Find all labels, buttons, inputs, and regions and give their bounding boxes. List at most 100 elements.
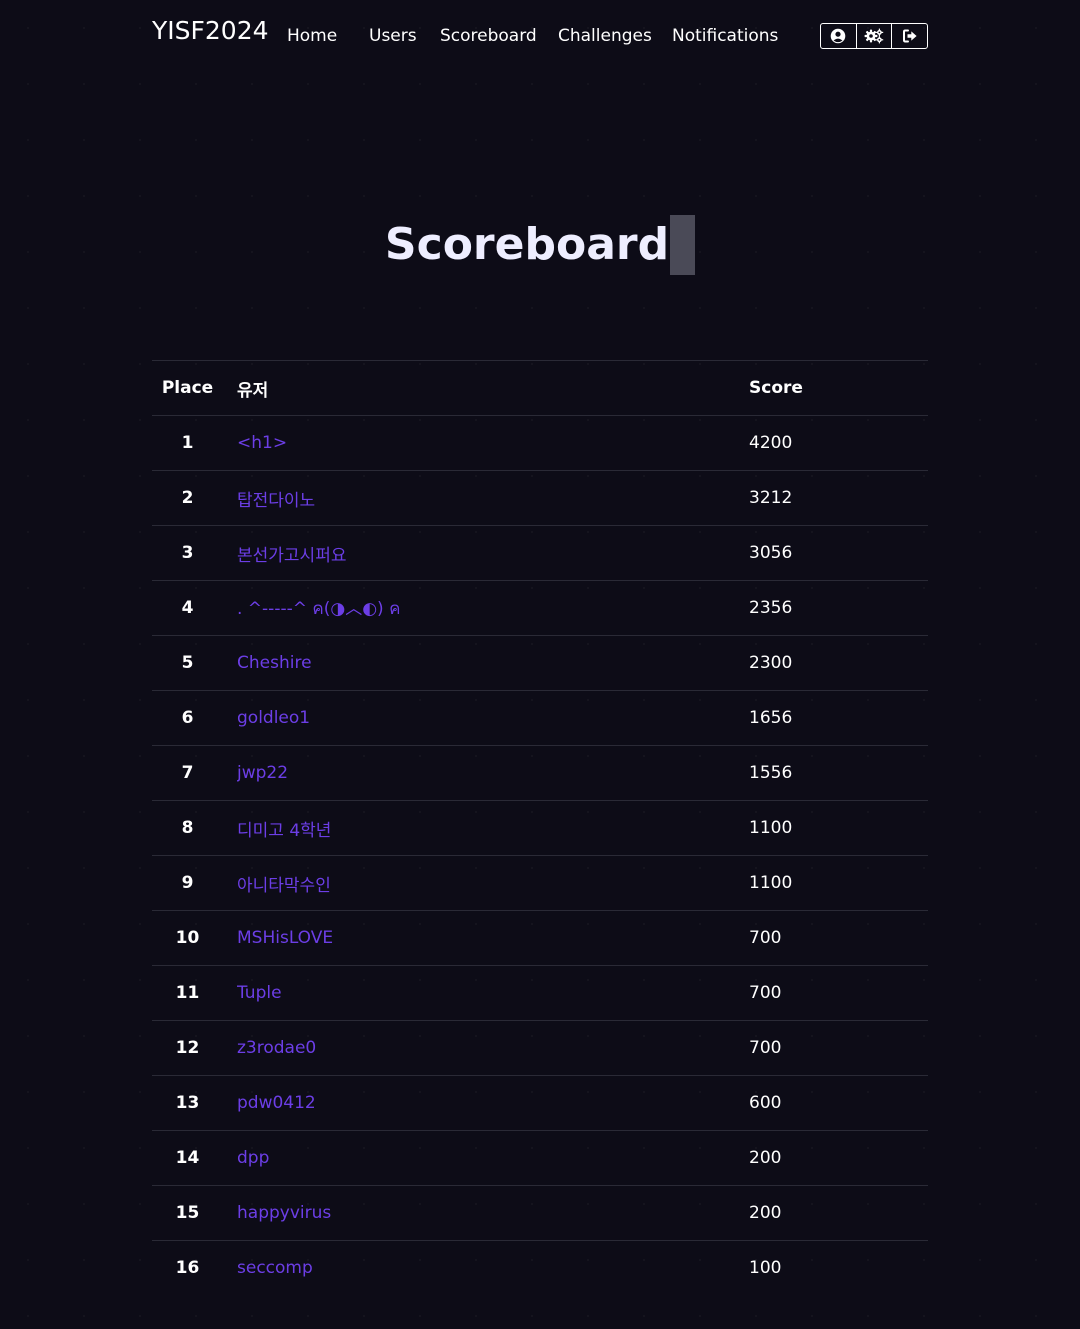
user-cell: 아니타막수인: [237, 855, 749, 911]
nav-link-challenges[interactable]: Challenges: [558, 26, 652, 46]
spacer-cell: [223, 800, 237, 856]
user-link[interactable]: jwp22: [237, 763, 288, 783]
nav-link-scoreboard[interactable]: Scoreboard: [440, 26, 537, 46]
table-row: 1 <h1> 4200: [152, 415, 928, 471]
settings-button[interactable]: [857, 24, 893, 48]
table-row: 15 happyvirus 200: [152, 1185, 928, 1241]
top-navbar: YISF2024 Home Users Scoreboard Challenge…: [152, 0, 928, 72]
score-cell: 700: [749, 910, 928, 966]
user-cell: 본선가고시퍼요: [237, 525, 749, 581]
place-cell: 1: [152, 415, 223, 471]
nav-link-notifications[interactable]: Notifications: [672, 26, 778, 46]
table-row: 16 seccomp 100: [152, 1240, 928, 1295]
user-cell: Tuple: [237, 965, 749, 1021]
table-row: 5 Cheshire 2300: [152, 635, 928, 691]
score-cell: 200: [749, 1130, 928, 1186]
user-cell: z3rodae0: [237, 1020, 749, 1076]
place-cell: 5: [152, 635, 223, 691]
table-row: 14 dpp 200: [152, 1130, 928, 1186]
score-cell: 1556: [749, 745, 928, 801]
user-link[interactable]: z3rodae0: [237, 1038, 316, 1058]
score-cell: 2300: [749, 635, 928, 691]
spacer-cell: [223, 910, 237, 966]
user-link[interactable]: seccomp: [237, 1258, 313, 1278]
column-header-place: Place: [152, 360, 223, 416]
nav-link-users[interactable]: Users: [369, 26, 417, 46]
place-cell: 13: [152, 1075, 223, 1131]
user-cell: . ^-----^ ค(◑︿◐) ค: [237, 580, 749, 636]
score-cell: 1656: [749, 690, 928, 746]
spacer-cell: [223, 855, 237, 911]
user-circle-icon: [831, 28, 846, 44]
score-cell: 3056: [749, 525, 928, 581]
page-title-text: Scoreboard: [384, 219, 670, 271]
spacer-cell: [223, 1130, 237, 1186]
user-link[interactable]: 탑전다이노: [237, 491, 315, 511]
user-link[interactable]: Tuple: [237, 983, 282, 1003]
user-link[interactable]: pdw0412: [237, 1093, 316, 1113]
score-cell: 2356: [749, 580, 928, 636]
place-cell: 9: [152, 855, 223, 911]
place-cell: 7: [152, 745, 223, 801]
place-cell: 11: [152, 965, 223, 1021]
user-link[interactable]: 아니타막수인: [237, 876, 331, 896]
spacer-cell: [223, 1020, 237, 1076]
user-cell: jwp22: [237, 745, 749, 801]
table-row: 2 탑전다이노 3212: [152, 470, 928, 526]
column-header-user: 유저: [237, 360, 749, 416]
user-cell: goldleo1: [237, 690, 749, 746]
user-link[interactable]: 디미고 4학년: [237, 821, 331, 841]
spacer-cell: [223, 1075, 237, 1131]
place-cell: 8: [152, 800, 223, 856]
table-row: 13 pdw0412 600: [152, 1075, 928, 1131]
user-link[interactable]: goldleo1: [237, 708, 310, 728]
spacer-cell: [223, 525, 237, 581]
user-cell: pdw0412: [237, 1075, 749, 1131]
user-link[interactable]: . ^-----^ ค(◑︿◐) ค: [237, 599, 400, 619]
table-row: 8 디미고 4학년 1100: [152, 800, 928, 856]
user-link[interactable]: 본선가고시퍼요: [237, 546, 346, 566]
score-cell: 100: [749, 1240, 928, 1295]
logout-button[interactable]: [892, 24, 927, 48]
user-cell: 탑전다이노: [237, 470, 749, 526]
user-link[interactable]: Cheshire: [237, 653, 312, 673]
place-cell: 3: [152, 525, 223, 581]
user-link[interactable]: <h1>: [237, 433, 287, 453]
user-cell: happyvirus: [237, 1185, 749, 1241]
place-cell: 14: [152, 1130, 223, 1186]
score-cell: 1100: [749, 855, 928, 911]
user-cell: seccomp: [237, 1240, 749, 1295]
user-link[interactable]: dpp: [237, 1148, 269, 1168]
table-row: 12 z3rodae0 700: [152, 1020, 928, 1076]
column-header-score: Score: [749, 360, 928, 416]
account-button-group: [820, 23, 928, 49]
spacer-cell: [223, 690, 237, 746]
spacer-cell: [223, 470, 237, 526]
table-row: 7 jwp22 1556: [152, 745, 928, 801]
user-link[interactable]: happyvirus: [237, 1203, 331, 1223]
page-title: Scoreboard: [0, 215, 1080, 276]
gears-icon: [864, 28, 884, 44]
user-cell: 디미고 4학년: [237, 800, 749, 856]
table-row: 10 MSHisLOVE 700: [152, 910, 928, 966]
nav-link-home[interactable]: Home: [287, 26, 337, 46]
score-cell: 4200: [749, 415, 928, 471]
column-spacer: [223, 360, 237, 416]
profile-button[interactable]: [821, 24, 857, 48]
brand-logo-link[interactable]: YISF2024: [152, 16, 269, 45]
user-cell: Cheshire: [237, 635, 749, 691]
table-row: 3 본선가고시퍼요 3056: [152, 525, 928, 581]
place-cell: 4: [152, 580, 223, 636]
score-cell: 700: [749, 1020, 928, 1076]
user-link[interactable]: MSHisLOVE: [237, 928, 333, 948]
user-cell: <h1>: [237, 415, 749, 471]
sign-out-icon: [902, 29, 917, 43]
table-header-row: Place 유저 Score: [152, 360, 928, 416]
score-cell: 700: [749, 965, 928, 1021]
place-cell: 2: [152, 470, 223, 526]
spacer-cell: [223, 1240, 237, 1295]
spacer-cell: [223, 415, 237, 471]
spacer-cell: [223, 635, 237, 691]
scoreboard-rows: 1 <h1> 4200 2 탑전다이노 3212 3 본선가고시퍼요 3056 4 . ^-----…: [152, 415, 928, 1295]
place-cell: 6: [152, 690, 223, 746]
